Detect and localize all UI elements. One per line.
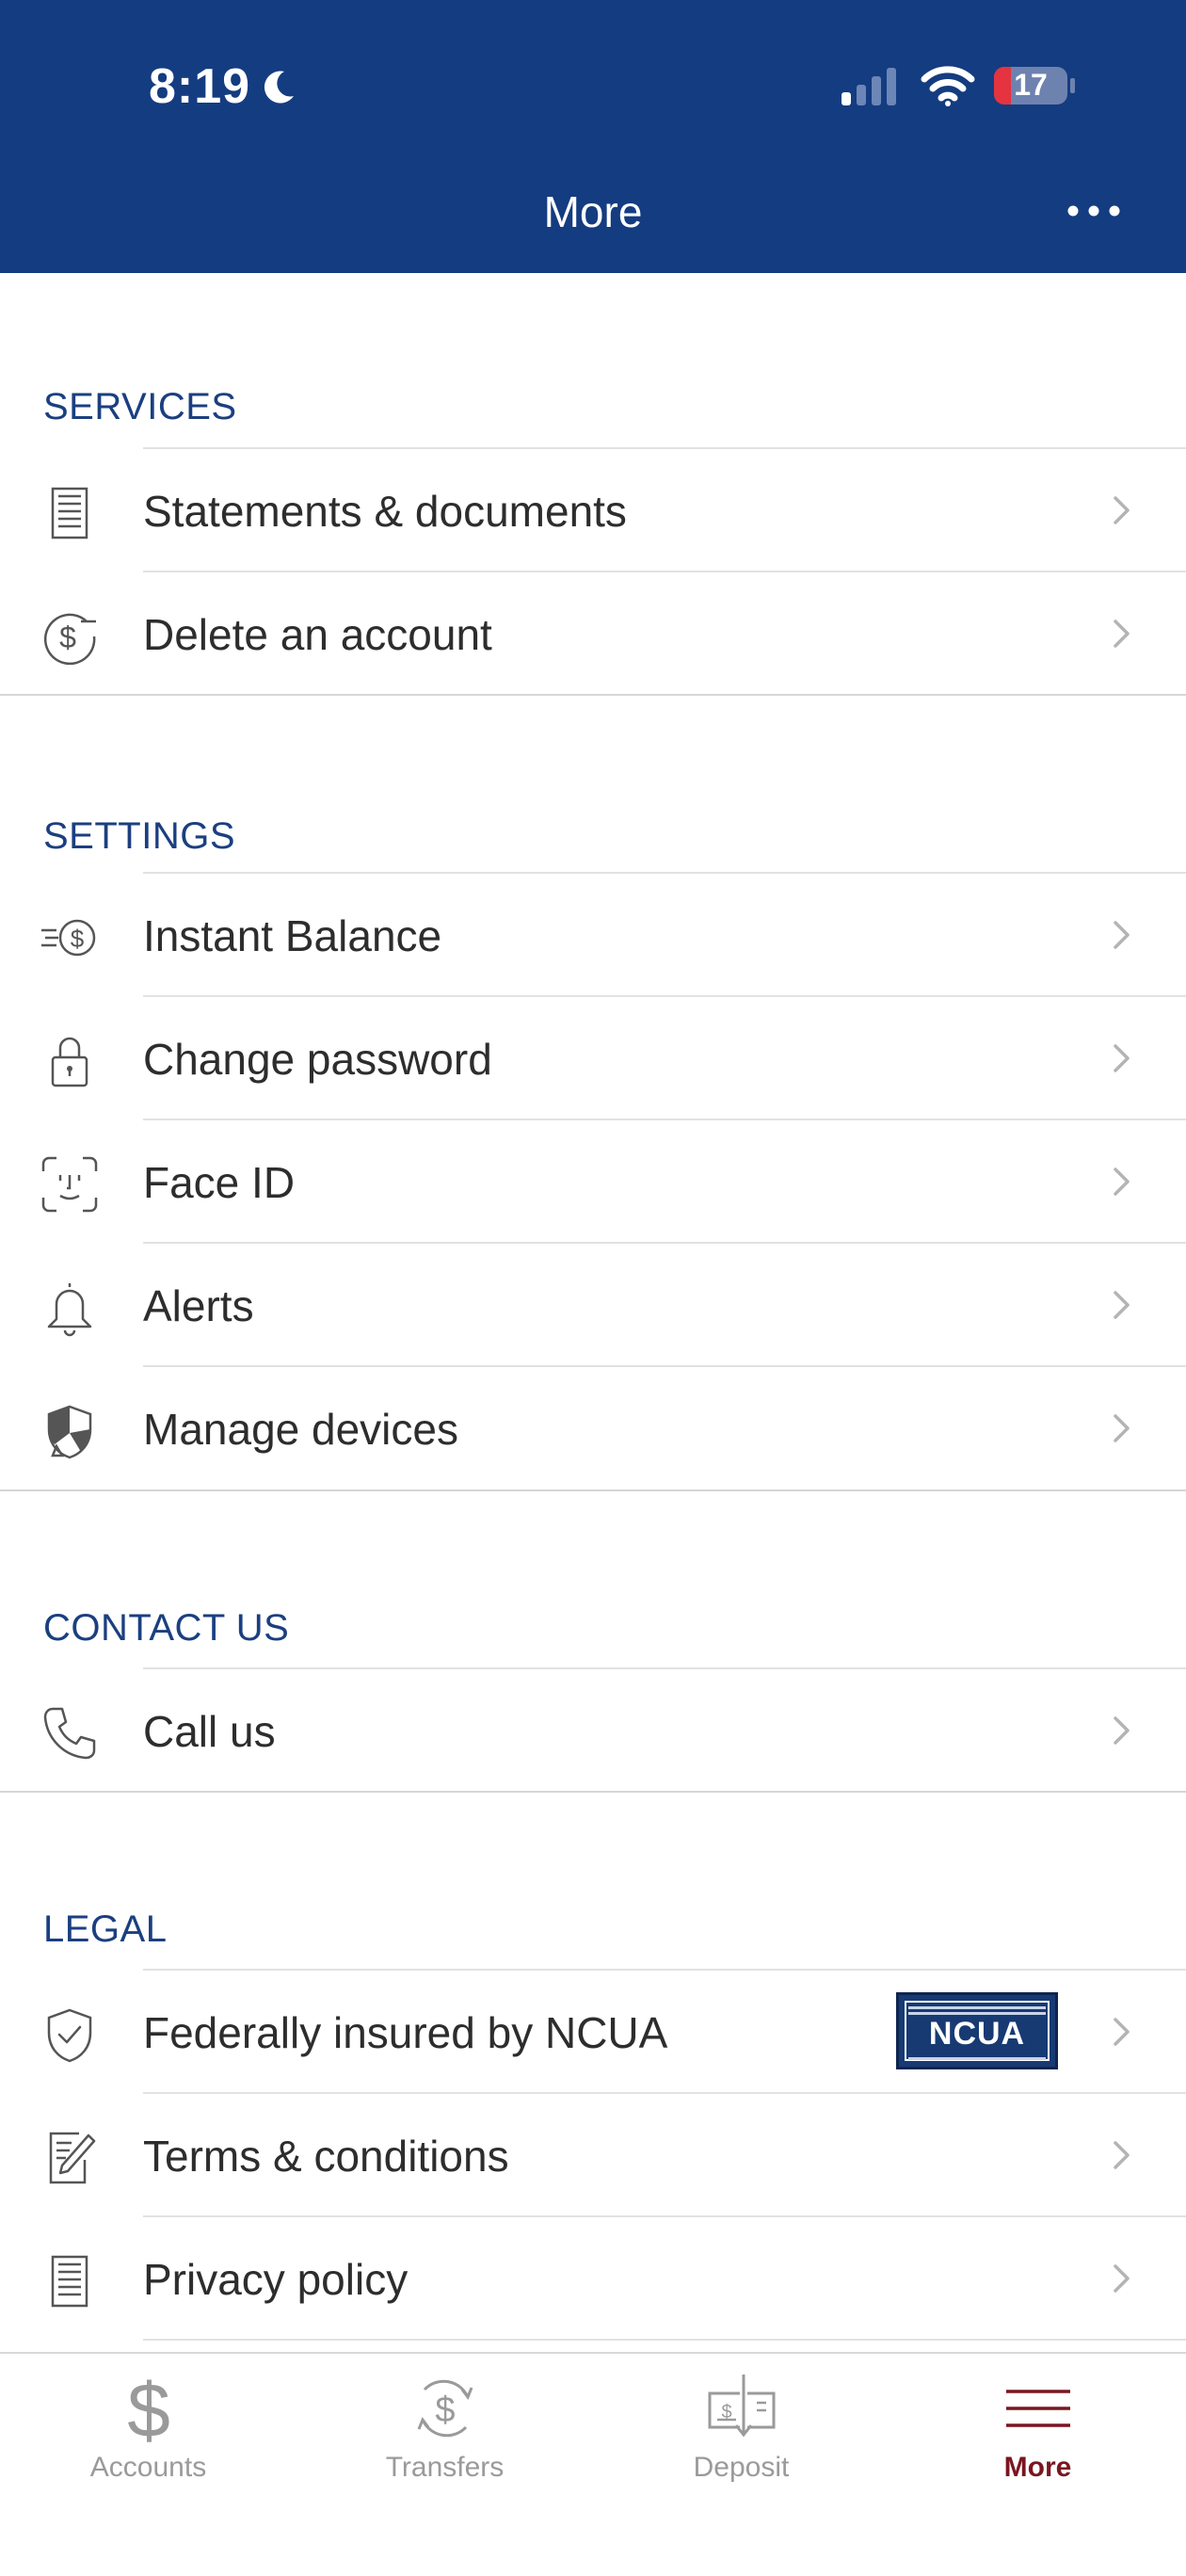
tab-label: Accounts [89, 2452, 207, 2483]
svg-text:$: $ [59, 620, 76, 654]
menu-item-label: Face ID [143, 1158, 296, 1207]
section-legal: LEGAL Federally insured by NCUA NCUA Ter… [0, 1794, 1186, 2352]
shield-devices-icon [47, 1405, 92, 1459]
chevron-right-icon [1114, 1167, 1130, 1196]
menu-item-label: Statements & documents [143, 487, 627, 536]
phone-icon [43, 1707, 96, 1760]
hamburger-icon [1006, 2390, 1070, 2427]
lock-icon [51, 1037, 88, 1087]
menu-item-terms[interactable]: Terms & conditions [0, 2093, 1186, 2215]
svg-text:$: $ [435, 2391, 455, 2430]
ncua-badge: NCUA [896, 1992, 1058, 2069]
chevron-right-icon [1114, 1291, 1130, 1319]
instant-balance-icon: $ [41, 919, 96, 957]
menu-item-delete-account[interactable]: $ Delete an account [0, 572, 1186, 694]
chevron-right-icon [1114, 921, 1130, 949]
menu-item-label: Alerts [143, 1281, 254, 1330]
battery-indicator: 17 [992, 64, 1077, 107]
shield-check-icon [47, 2008, 92, 2063]
menu-item-face-id[interactable]: Face ID [0, 1119, 1186, 1242]
menu-item-label: Federally insured by NCUA [143, 2008, 668, 2057]
section-title: CONTACT US [43, 1607, 290, 1649]
svg-text:$: $ [71, 925, 85, 953]
section-settings: SETTINGS $ Instant Balance Change passwo… [0, 697, 1186, 1492]
menu-item-label: Delete an account [143, 610, 492, 659]
face-id-icon [41, 1156, 98, 1213]
menu-item-label: Instant Balance [143, 911, 442, 960]
chevron-right-icon [1114, 1716, 1130, 1745]
chevron-right-icon [1114, 1044, 1130, 1072]
dollar-remove-icon: $ [43, 613, 96, 666]
wifi-icon [921, 66, 975, 106]
menu-item-statements[interactable]: Statements & documents [0, 448, 1186, 571]
tab-accounts[interactable]: $ Accounts [0, 2354, 296, 2542]
svg-text:$: $ [127, 2371, 170, 2446]
ncua-badge-text: NCUA [928, 2016, 1026, 2052]
chevron-right-icon [1114, 2018, 1130, 2046]
menu-item-call-us[interactable]: Call us [0, 1668, 1186, 1791]
app-header: 8:19 17 More [0, 0, 1186, 273]
section-title: SETTINGS [43, 815, 236, 857]
chevron-right-icon [1114, 2141, 1130, 2169]
page-title: More [543, 187, 643, 236]
section-contact-us: CONTACT US Call us [0, 1492, 1186, 1794]
bell-icon [47, 1283, 92, 1337]
section-title: LEGAL [43, 1908, 168, 1950]
menu-item-ncua[interactable]: Federally insured by NCUA NCUA [0, 1970, 1186, 2092]
menu-item-change-password[interactable]: Change password [0, 996, 1186, 1119]
menu-item-label: Manage devices [143, 1405, 458, 1454]
tab-bar: $ Accounts $ Transfers $ Deposit More [0, 2352, 1186, 2576]
tab-label: Transfers [385, 2452, 505, 2483]
section-title: SERVICES [43, 386, 237, 427]
menu-item-instant-balance[interactable]: $ Instant Balance [0, 873, 1186, 995]
transfer-icon: $ [417, 2379, 473, 2438]
dollar-icon: $ [127, 2371, 170, 2446]
chevron-right-icon [1114, 496, 1130, 524]
document-edit-icon [49, 2132, 96, 2184]
status-time: 8:19 [149, 59, 251, 114]
menu-item-label: Privacy policy [143, 2255, 409, 2304]
tab-transfers[interactable]: $ Transfers [296, 2354, 593, 2542]
chevron-right-icon [1114, 620, 1130, 648]
menu-item-label: Terms & conditions [143, 2132, 509, 2181]
document-icon [51, 487, 88, 539]
document-icon [51, 2255, 88, 2308]
tab-label: More [1003, 2452, 1072, 2483]
menu-item-manage-devices[interactable]: Manage devices [0, 1366, 1186, 1489]
menu-item-label: Call us [143, 1707, 276, 1756]
tab-label: Deposit [693, 2452, 790, 2483]
tab-deposit[interactable]: $ Deposit [593, 2354, 890, 2542]
menu-item-label: Change password [143, 1035, 492, 1084]
tab-more[interactable]: More [890, 2354, 1186, 2542]
moon-icon [264, 71, 294, 104]
cellular-signal-icon [841, 68, 896, 105]
chevron-right-icon [1114, 1414, 1130, 1442]
section-services: SERVICES Statements & documents $ Delete… [0, 273, 1186, 697]
menu-item-privacy-policy[interactable]: Privacy policy [0, 2216, 1186, 2339]
chevron-right-icon [1114, 2264, 1130, 2293]
battery-level: 17 [1014, 68, 1048, 102]
ellipsis-icon[interactable] [1066, 198, 1122, 224]
check-deposit-icon: $ [708, 2375, 776, 2438]
menu-item-alerts[interactable]: Alerts [0, 1243, 1186, 1365]
